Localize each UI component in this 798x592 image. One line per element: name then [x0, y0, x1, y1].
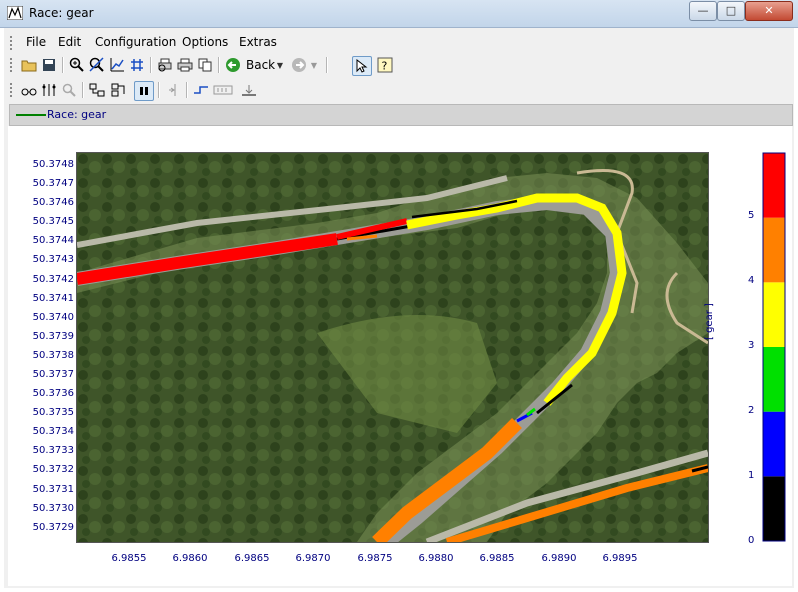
back-dropdown-icon[interactable]: ▼ — [274, 56, 286, 74]
y-tick-label: 50.3742 — [32, 274, 74, 285]
y-tick-label: 50.3747 — [32, 178, 74, 189]
back-arrow-icon[interactable] — [224, 56, 242, 74]
pause-icon[interactable] — [134, 81, 154, 101]
menu-bar: File Edit Configuration Options Extras — [8, 32, 790, 52]
x-tick-label: 6.9885 — [479, 553, 515, 564]
menu-edit[interactable]: Edit — [58, 35, 81, 49]
y-tick-label: 50.3737 — [32, 369, 74, 380]
colorbar-band — [763, 411, 785, 477]
trigger-icon[interactable] — [192, 81, 210, 99]
marker-icon[interactable] — [164, 81, 182, 99]
menubar-grip[interactable] — [10, 36, 15, 50]
x-tick-label: 6.9880 — [418, 553, 454, 564]
copy-icon[interactable] — [196, 56, 214, 74]
legend-line-swatch — [16, 114, 46, 116]
colorbar-tick-label: 4 — [748, 275, 755, 286]
print-icon[interactable] — [176, 56, 194, 74]
search-icon[interactable] — [60, 81, 78, 99]
y-tick-label: 50.3739 — [32, 331, 74, 342]
y-tick-label: 50.3730 — [32, 503, 74, 514]
title-bar: Race: gear — □ ✕ — [0, 0, 798, 28]
y-tick-label: 50.3743 — [32, 254, 74, 265]
y-tick-label: 50.3746 — [32, 197, 74, 208]
y-tick-label: 50.3745 — [32, 216, 74, 227]
svg-text:?: ? — [382, 60, 388, 73]
y-tick-label: 50.3732 — [32, 464, 74, 475]
colorbar-band — [763, 476, 785, 541]
y-tick-label: 50.3731 — [32, 484, 74, 495]
y-tick-label: 50.3744 — [32, 235, 74, 246]
zoom-reset-icon[interactable] — [88, 56, 106, 74]
menu-file[interactable]: File — [26, 35, 46, 49]
print-preview-icon[interactable] — [156, 56, 174, 74]
minimize-button[interactable]: — — [689, 1, 717, 21]
colorbar — [762, 152, 786, 542]
y-tick-label: 50.3729 — [32, 522, 74, 533]
back-button-label[interactable]: Back — [246, 58, 275, 72]
open-folder-icon[interactable] — [20, 56, 38, 74]
y-tick-label: 50.3735 — [32, 407, 74, 418]
axis-scale-icon[interactable] — [108, 56, 126, 74]
satellite-map[interactable] — [76, 152, 709, 543]
grid-icon[interactable] — [128, 56, 146, 74]
y-tick-label: 50.3733 — [32, 445, 74, 456]
x-tick-label: 6.9870 — [295, 553, 331, 564]
y-tick-label: 50.3734 — [32, 426, 74, 437]
cursor-measure-icon[interactable] — [20, 81, 38, 99]
secondary-toolbar — [8, 79, 268, 101]
toolbar2-grip[interactable] — [10, 83, 15, 97]
toolbar-grip[interactable] — [10, 58, 15, 72]
colorbar-tick-label: 5 — [748, 210, 755, 221]
forward-arrow-icon[interactable] — [290, 56, 308, 74]
colorbar-tick-label: 2 — [748, 405, 755, 416]
save-icon[interactable] — [40, 56, 58, 74]
menu-options[interactable]: Options — [182, 35, 228, 49]
zoom-in-icon[interactable] — [68, 56, 86, 74]
baseline-icon[interactable] — [240, 81, 258, 99]
app-icon — [7, 6, 23, 20]
x-tick-label: 6.9860 — [172, 553, 208, 564]
range-icon[interactable] — [212, 81, 234, 99]
y-tick-label: 50.3741 — [32, 293, 74, 304]
x-tick-label: 6.9875 — [357, 553, 393, 564]
y-tick-label: 50.3738 — [32, 350, 74, 361]
menu-configuration[interactable]: Configuration — [95, 35, 176, 49]
x-tick-label: 6.9865 — [234, 553, 270, 564]
colorbar-tick-label: 0 — [748, 535, 755, 546]
legend-label: Race: gear — [47, 108, 107, 121]
legend-bar: Race: gear — [9, 104, 793, 126]
map-canvas — [77, 153, 708, 542]
colorbar-band — [763, 347, 785, 412]
menu-extras[interactable]: Extras — [239, 35, 277, 49]
y-tick-label: 50.3748 — [32, 159, 74, 170]
colorbar-band — [763, 153, 785, 218]
colorbar-label: [ gear ] — [704, 303, 715, 340]
layout-join-icon[interactable] — [110, 81, 128, 99]
layout-split-icon[interactable] — [88, 81, 106, 99]
close-button[interactable]: ✕ — [745, 1, 793, 21]
colorbar-tick-label: 3 — [748, 340, 755, 351]
colorbar-band — [763, 282, 785, 347]
x-tick-label: 6.9895 — [602, 553, 638, 564]
help-icon[interactable]: ? — [376, 56, 394, 74]
y-tick-label: 50.3736 — [32, 388, 74, 399]
dual-cursor-icon[interactable] — [40, 81, 58, 99]
forward-dropdown-icon[interactable]: ▼ — [308, 56, 320, 74]
main-toolbar: Back ▼ ▼ ? — [8, 54, 408, 76]
colorbar-tick-label: 1 — [748, 470, 755, 481]
window-title: Race: gear — [29, 6, 94, 20]
x-tick-label: 6.9890 — [541, 553, 577, 564]
x-tick-label: 6.9855 — [111, 553, 147, 564]
pointer-icon[interactable] — [352, 56, 372, 76]
colorbar-band — [763, 217, 785, 283]
maximize-button[interactable]: □ — [717, 1, 745, 21]
y-tick-label: 50.3740 — [32, 312, 74, 323]
